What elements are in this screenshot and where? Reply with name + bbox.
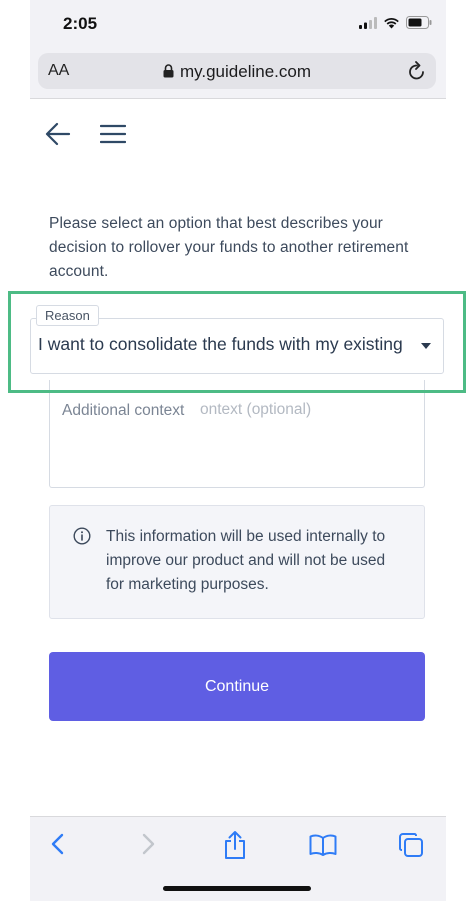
additional-context-placeholder: ontext (optional) [200,401,312,418]
page-description: Please select an option that best descri… [49,215,409,280]
browser-address-area: AA my.guideline.com [30,44,446,99]
bookmarks-icon[interactable] [309,834,337,856]
dropdown-caret-icon[interactable] [421,343,431,349]
reload-icon[interactable] [408,61,426,81]
tabs-icon[interactable] [398,832,424,858]
status-time: 2:05 [63,14,98,33]
info-icon [73,527,91,545]
wifi-icon [384,17,399,28]
home-indicator [163,886,311,891]
address-bar[interactable]: AA my.guideline.com [38,53,436,89]
continue-label: Continue [204,678,270,695]
signal-icon [359,16,377,29]
chevron-left-icon[interactable] [50,830,66,858]
status-icons [359,16,432,29]
url-text: my.guideline.com [179,62,312,81]
reason-selected-value[interactable]: I want to consolidate the funds with my … [38,334,403,355]
chevron-right-icon[interactable] [140,830,156,858]
lock-icon [163,64,174,78]
continue-button[interactable]: Continue [49,652,425,721]
url-display[interactable]: my.guideline.com [38,62,436,82]
hamburger-menu-icon[interactable] [100,124,126,144]
additional-context-textarea[interactable] [49,380,425,488]
back-arrow-icon[interactable] [45,122,71,146]
info-text: This information will be used internally… [106,528,386,593]
reason-label: Reason [36,305,99,326]
share-icon[interactable] [223,830,247,860]
additional-context-label: Additional context [62,402,185,419]
battery-icon [406,16,432,29]
